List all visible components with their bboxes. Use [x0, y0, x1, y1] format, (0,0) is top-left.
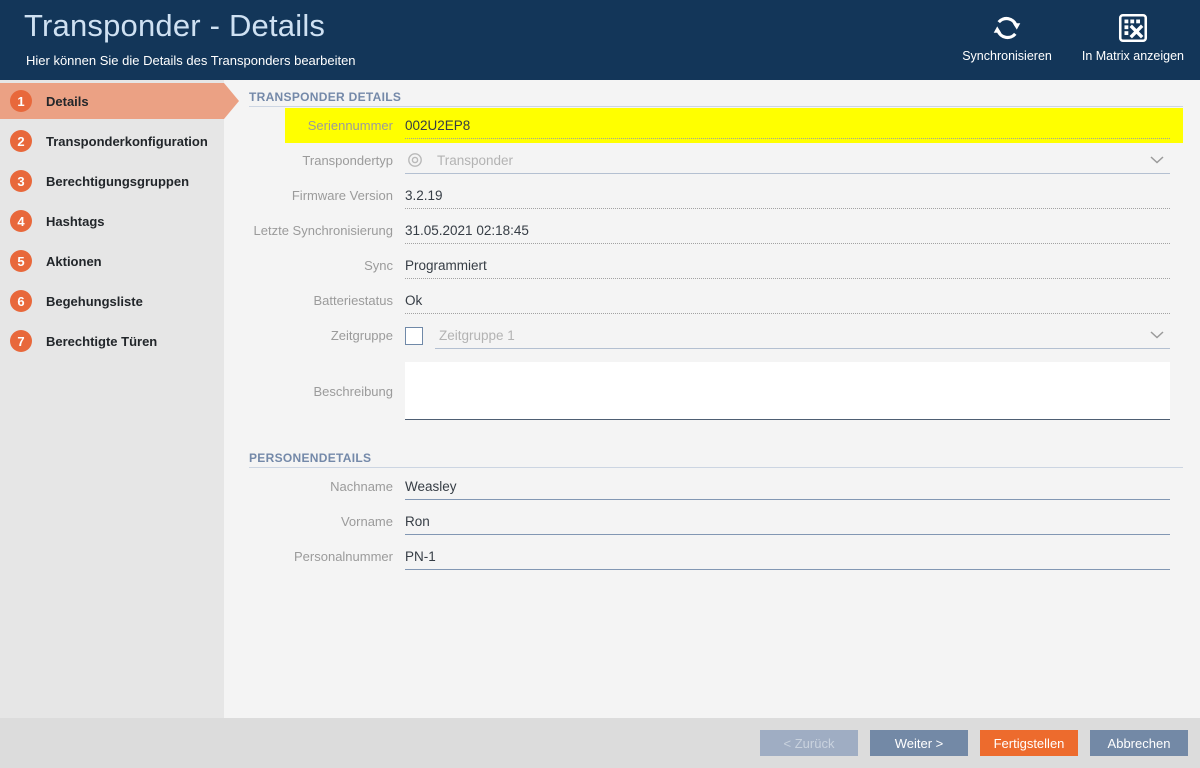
page-subtitle: Hier können Sie die Details des Transpon…	[26, 53, 356, 68]
active-step-arrow	[224, 83, 239, 119]
field-row-sync: Sync Programmiert	[249, 248, 1183, 283]
transpondertyp-value: Transponder	[437, 153, 513, 168]
sync-text: Programmiert	[405, 258, 487, 273]
show-in-matrix-label: In Matrix anzeigen	[1082, 49, 1184, 63]
sidebar-item-hashtags[interactable]: 4 Hashtags	[0, 203, 224, 239]
transpondertyp-dropdown[interactable]: Transponder	[405, 148, 1170, 174]
personalnummer-input[interactable]	[405, 544, 1170, 570]
field-row-nachname: Nachname	[249, 469, 1183, 504]
synchronize-label: Synchronisieren	[962, 49, 1052, 63]
section-title-personendetails: PERSONENDETAILS	[249, 451, 1183, 468]
sidebar-item-details[interactable]: 1 Details	[0, 83, 224, 119]
sidebar-item-berechtigte-tueren[interactable]: 7 Berechtigte Türen	[0, 323, 224, 359]
field-row-personalnummer: Personalnummer	[249, 539, 1183, 574]
vorname-label: Vorname	[249, 514, 405, 529]
step-number-badge: 2	[10, 130, 32, 152]
sidebar-item-label: Berechtigungsgruppen	[46, 174, 189, 189]
nachname-label: Nachname	[249, 479, 405, 494]
beschreibung-label: Beschreibung	[249, 384, 405, 399]
sync-value: Programmiert	[405, 253, 1170, 279]
sidebar-item-label: Begehungsliste	[46, 294, 143, 309]
finish-button[interactable]: Fertigstellen	[980, 730, 1078, 756]
sidebar-item-transponderkonfiguration[interactable]: 2 Transponderkonfiguration	[0, 123, 224, 159]
sidebar-item-label: Details	[46, 94, 89, 109]
section-title-transponder-details: TRANSPONDER DETAILS	[249, 90, 1183, 107]
field-row-transpondertyp: Transpondertyp Transponder	[249, 143, 1183, 178]
zeitgruppe-checkbox[interactable]	[405, 327, 423, 345]
field-row-letzte-synchronisierung: Letzte Synchronisierung 31.05.2021 02:18…	[249, 213, 1183, 248]
seriennummer-text: 002U2EP8	[405, 118, 470, 133]
matrix-icon	[1116, 9, 1150, 47]
nachname-input[interactable]	[405, 474, 1170, 500]
step-number-badge: 5	[10, 250, 32, 272]
firmware-label: Firmware Version	[249, 188, 405, 203]
page-title: Transponder - Details	[24, 8, 325, 44]
field-row-firmware: Firmware Version 3.2.19	[249, 178, 1183, 213]
sidebar-item-label: Aktionen	[46, 254, 102, 269]
zeitgruppe-value: Zeitgruppe 1	[439, 328, 515, 343]
batteriestatus-label: Batteriestatus	[249, 293, 405, 308]
transpondertyp-label: Transpondertyp	[249, 153, 405, 168]
synchronize-button[interactable]: Synchronisieren	[962, 9, 1052, 63]
firmware-text: 3.2.19	[405, 188, 443, 203]
letzte-synchronisierung-text: 31.05.2021 02:18:45	[405, 223, 529, 238]
zeitgruppe-dropdown[interactable]: Zeitgruppe 1	[435, 323, 1170, 349]
personalnummer-label: Personalnummer	[249, 549, 405, 564]
page-header: Transponder - Details Hier können Sie di…	[0, 0, 1200, 80]
firmware-value: 3.2.19	[405, 183, 1170, 209]
sidebar-item-label: Transponderkonfiguration	[46, 134, 208, 149]
transponder-icon	[407, 152, 423, 168]
sidebar-item-begehungsliste[interactable]: 6 Begehungsliste	[0, 283, 224, 319]
sidebar-item-label: Berechtigte Türen	[46, 334, 157, 349]
letzte-synchronisierung-label: Letzte Synchronisierung	[249, 223, 405, 238]
footer-bar: < Zurück Weiter > Fertigstellen Abbreche…	[0, 718, 1200, 768]
chevron-down-icon	[1150, 156, 1164, 164]
field-row-vorname: Vorname	[249, 504, 1183, 539]
sidebar-item-berechtigungsgruppen[interactable]: 3 Berechtigungsgruppen	[0, 163, 224, 199]
chevron-down-icon	[1150, 331, 1164, 339]
step-number-badge: 4	[10, 210, 32, 232]
sync-label: Sync	[249, 258, 405, 273]
app-window: { "header": { "title": "Transponder - De…	[0, 0, 1200, 768]
vorname-input[interactable]	[405, 509, 1170, 535]
sidebar-item-aktionen[interactable]: 5 Aktionen	[0, 243, 224, 279]
step-number-badge: 3	[10, 170, 32, 192]
show-in-matrix-button[interactable]: In Matrix anzeigen	[1082, 9, 1184, 63]
sidebar-item-label: Hashtags	[46, 214, 105, 229]
batteriestatus-text: Ok	[405, 293, 422, 308]
field-row-zeitgruppe: Zeitgruppe Zeitgruppe 1	[249, 318, 1183, 353]
zeitgruppe-label: Zeitgruppe	[249, 328, 405, 343]
wizard-step-sidebar: 1 Details 2 Transponderkonfiguration 3 B…	[0, 80, 224, 718]
letzte-synchronisierung-value: 31.05.2021 02:18:45	[405, 218, 1170, 244]
next-button[interactable]: Weiter >	[870, 730, 968, 756]
main-content: TRANSPONDER DETAILS Seriennummer 002U2EP…	[224, 80, 1200, 718]
back-button[interactable]: < Zurück	[760, 730, 858, 756]
field-row-batteriestatus: Batteriestatus Ok	[249, 283, 1183, 318]
cancel-button[interactable]: Abbrechen	[1090, 730, 1188, 756]
batteriestatus-value: Ok	[405, 288, 1170, 314]
step-number-badge: 7	[10, 330, 32, 352]
field-row-beschreibung: Beschreibung	[249, 359, 1183, 423]
header-actions: Synchronisieren	[962, 9, 1184, 63]
beschreibung-textarea[interactable]	[405, 362, 1170, 420]
sync-icon	[990, 9, 1024, 47]
field-row-seriennummer: Seriennummer 002U2EP8	[285, 108, 1183, 143]
step-number-badge: 6	[10, 290, 32, 312]
zeitgruppe-field: Zeitgruppe 1	[405, 323, 1170, 349]
seriennummer-value: 002U2EP8	[405, 113, 1170, 139]
step-number-badge: 1	[10, 90, 32, 112]
seriennummer-label: Seriennummer	[285, 118, 405, 133]
